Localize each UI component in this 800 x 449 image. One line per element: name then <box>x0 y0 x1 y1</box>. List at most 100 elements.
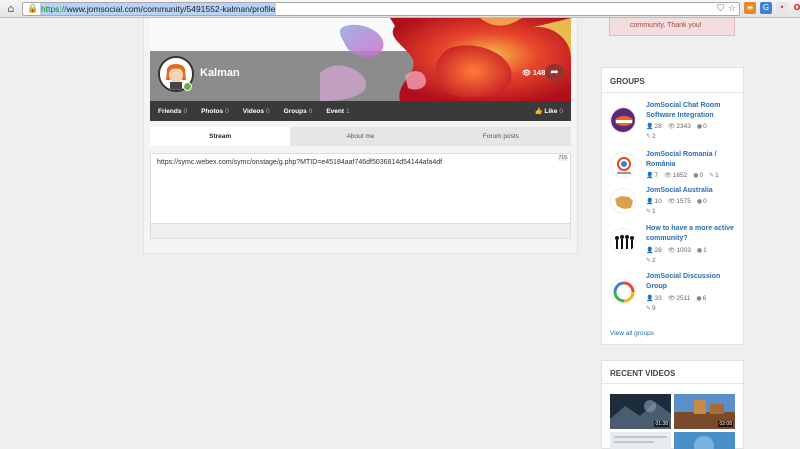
group-avatar-image <box>611 153 635 177</box>
cover-art <box>320 18 571 101</box>
lock-icon: 🔒 <box>27 4 39 14</box>
group-item: JomSocial Australia 👤10 👁1575 ●0 ✎1 <box>610 186 740 220</box>
comments-count: 1 <box>703 247 707 254</box>
shield-icon[interactable]: ⛉ <box>717 4 724 15</box>
eye-icon: 👁 <box>667 198 676 205</box>
comments-count: 6 <box>702 295 707 302</box>
eye-icon: 👁 <box>664 172 672 179</box>
group-avatar-image <box>611 189 635 213</box>
eye-icon: 👁 <box>667 247 676 254</box>
comments-count: 0 <box>703 198 707 205</box>
group-logo[interactable] <box>610 188 636 214</box>
pencil-icon: ✎ <box>646 208 652 215</box>
members-count: 33 <box>654 295 662 302</box>
video-duration: 01:38 <box>654 421 669 427</box>
extension-translate-icon[interactable]: G <box>760 2 772 14</box>
menu-groups[interactable]: Groups 0 <box>284 108 313 115</box>
tab-stream[interactable]: Stream <box>150 127 291 146</box>
like-label: Like <box>544 108 558 115</box>
edits-count: 9 <box>652 305 656 312</box>
comment-icon: ● <box>696 247 703 254</box>
video-thumbnail[interactable]: 02:08 <box>674 394 735 429</box>
group-name-link[interactable]: JomSocial Chat Room Software Integration <box>646 101 742 121</box>
members-count: 7 <box>654 172 659 179</box>
composer-footer: ⋯⋯ <box>150 224 571 239</box>
menu-label: Videos <box>242 107 264 115</box>
video-thumbnail-image <box>610 432 671 449</box>
group-item: JomSocial Chat Room Software Integration… <box>610 101 740 141</box>
menu-count: 0 <box>308 107 313 115</box>
share-button[interactable]: ➦ <box>545 64 564 81</box>
home-icon[interactable]: ⌂ <box>5 2 17 15</box>
menu-label: Photos <box>201 107 224 115</box>
members-icon: 👤 <box>646 247 654 254</box>
share-icon: ➦ <box>550 67 559 78</box>
video-thumbnail[interactable]: 01:38 <box>610 394 671 429</box>
group-logo[interactable] <box>610 228 636 254</box>
video-thumbnail-image <box>674 432 735 449</box>
pencil-icon: ✎ <box>646 305 652 312</box>
group-name-link[interactable]: JomSocial Romania / România <box>646 150 742 170</box>
eye-icon: 👁 <box>667 295 676 302</box>
url-scheme: https:// <box>41 4 67 14</box>
like-button[interactable]: 👍 Like 0 <box>534 107 563 115</box>
pencil-icon: ✎ <box>709 172 715 179</box>
group-stats: 👤28 👁2343 ●0 <box>646 123 713 130</box>
group-logo[interactable] <box>610 152 636 178</box>
group-avatar-image <box>611 108 635 132</box>
status-composer[interactable]: https://symc.webex.com/symc/onstage/g.ph… <box>150 153 571 224</box>
menu-event[interactable]: Event 1 <box>326 108 349 115</box>
group-stats: 👤33 👁2511 ●6 <box>646 295 712 302</box>
group-item: How to have a more active community? 👤28… <box>610 224 740 264</box>
online-status-dot <box>183 82 192 91</box>
group-name-link[interactable]: JomSocial Australia <box>646 186 742 196</box>
video-thumbnail[interactable] <box>610 432 671 449</box>
group-stats-2: ✎9 <box>646 305 662 312</box>
eye-icon: 👁 <box>667 123 676 130</box>
views-count: 148 <box>532 68 546 77</box>
video-thumbnail[interactable] <box>674 432 735 449</box>
extension-opera-icon[interactable]: O <box>791 2 800 14</box>
divider <box>602 92 743 93</box>
group-stats: 👤10 👁1575 ●0 <box>646 198 713 205</box>
pencil-icon: ✎ <box>646 133 652 140</box>
comments-count: 0 <box>699 172 704 179</box>
extension-lastpass-icon[interactable]: • <box>776 2 788 14</box>
tab-forum-posts[interactable]: Forum posts <box>431 127 571 146</box>
tab-about-me[interactable]: About me <box>290 127 430 146</box>
edits-count: 1 <box>715 172 719 179</box>
group-name-link[interactable]: How to have a more active community? <box>646 224 742 244</box>
group-stats-2: ✎2 <box>646 133 662 140</box>
groups-module: GROUPS JomSocial Chat Room Software Inte… <box>601 67 744 345</box>
group-logo[interactable] <box>610 278 636 304</box>
edits-count: 2 <box>652 257 656 264</box>
members-icon: 👤 <box>646 123 654 130</box>
menu-friends[interactable]: Friends 0 <box>158 108 187 115</box>
resize-handle-icon[interactable]: ⋯⋯ <box>356 228 366 234</box>
view-all-groups-link[interactable]: View all groups <box>610 330 654 337</box>
group-name-link[interactable]: JomSocial Discussion Group <box>646 272 742 292</box>
members-count: 28 <box>654 123 662 130</box>
group-avatar-image <box>611 229 635 253</box>
composer-text[interactable]: https://symc.webex.com/symc/onstage/g.ph… <box>157 159 442 166</box>
group-logo[interactable] <box>610 107 636 133</box>
menu-photos[interactable]: Photos 0 <box>201 108 229 115</box>
members-count: 28 <box>654 247 662 254</box>
menu-videos[interactable]: Videos 0 <box>243 108 270 115</box>
group-avatar-image <box>611 279 635 303</box>
url-text[interactable]: https://www.jomsocial.com/community/5491… <box>40 3 277 15</box>
extension-feed-icon[interactable]: ≡ <box>744 2 756 14</box>
group-stats: 👤28 👁1003 ●1 <box>646 247 713 254</box>
group-item: JomSocial Discussion Group 👤33 👁2511 ●6 ✎9 <box>610 272 740 316</box>
bookmark-star-icon[interactable]: ☆ <box>728 4 736 15</box>
address-bar[interactable]: 🔒 https://www.jomsocial.com/community/54… <box>22 2 740 16</box>
menu-label: Friends <box>158 107 182 115</box>
menu-count: 0 <box>183 107 188 115</box>
divider <box>602 383 743 384</box>
edits-count: 1 <box>652 208 656 215</box>
menu-count: 0 <box>225 107 229 115</box>
views-count: 1575 <box>676 198 691 205</box>
eye-icon: 👁 <box>522 68 531 77</box>
pencil-icon: ✎ <box>646 257 652 264</box>
comment-icon: ● <box>696 123 703 130</box>
